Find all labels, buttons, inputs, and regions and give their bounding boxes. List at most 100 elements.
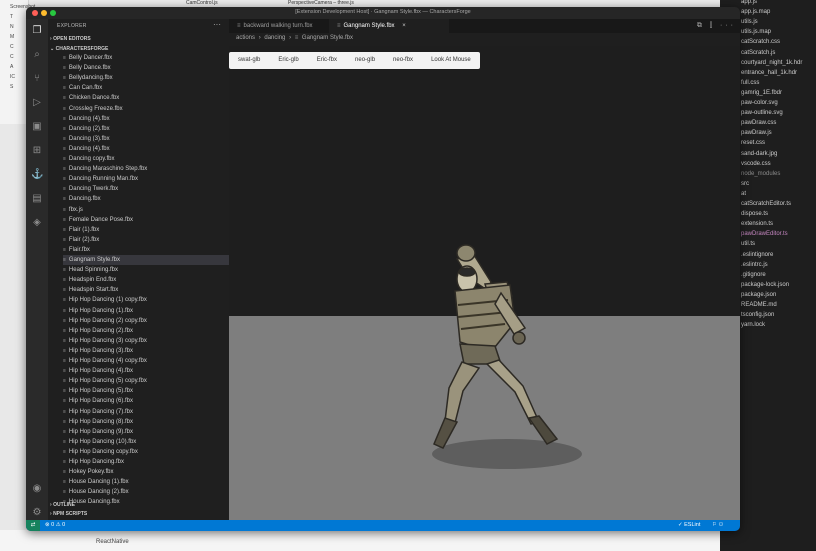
file-list-item[interactable]: ≡ Bellydancing.fbx bbox=[63, 73, 229, 83]
file-list-item[interactable]: ≡ Hip Hop Dancing (4) copy.fbx bbox=[63, 356, 229, 366]
file-list-item[interactable]: ≡ Dancing Twerk.fbx bbox=[63, 184, 229, 194]
file-list-item[interactable]: ≡ Flair (1).fbx bbox=[63, 225, 229, 235]
background-file-item[interactable]: vscode.css bbox=[741, 161, 771, 167]
background-file-item[interactable]: pawDraw.css bbox=[741, 120, 776, 126]
remote-explorer-icon[interactable]: ▣ bbox=[31, 121, 43, 133]
background-file-item[interactable]: .eslintignore bbox=[741, 252, 773, 258]
file-list-item[interactable]: ≡ Dancing (4).fbx bbox=[63, 114, 229, 124]
breadcrumb-item[interactable]: actions bbox=[236, 35, 255, 41]
background-file-item[interactable]: paw-color.svg bbox=[741, 100, 778, 106]
background-file-item[interactable]: utils.js bbox=[741, 19, 758, 25]
file-list-item[interactable]: ≡ Can Can.fbx bbox=[63, 83, 229, 93]
file-list-item[interactable]: ≡ House Dancing (2).fbx bbox=[63, 487, 229, 497]
background-file-item[interactable]: entrance_hall_1k.hdr bbox=[741, 70, 797, 76]
file-list-item[interactable]: ≡ Hip Hop Dancing (9).fbx bbox=[63, 427, 229, 437]
file-list-item[interactable]: ≡ Belly Dance.fbx bbox=[63, 63, 229, 73]
eslint-status[interactable]: ✓ ESLint bbox=[678, 520, 700, 531]
background-file-item[interactable]: package.json bbox=[741, 292, 776, 298]
settings-gear-icon[interactable]: ⚙ bbox=[31, 507, 43, 519]
background-sidebar-item[interactable]: C bbox=[10, 44, 14, 50]
notifications-icon[interactable]: ⚐ ⚇ bbox=[712, 520, 723, 531]
close-tab-icon[interactable]: × bbox=[402, 23, 406, 29]
search-icon[interactable]: ⌕ bbox=[31, 49, 43, 61]
file-list-item[interactable]: ≡ fbx.js bbox=[63, 205, 229, 215]
background-file-item[interactable]: src bbox=[741, 181, 749, 187]
background-file-item[interactable]: node_modules bbox=[741, 171, 780, 177]
run-debug-icon[interactable]: ▷ bbox=[31, 97, 43, 109]
background-browser-tab[interactable]: PerspectiveCamera – three.js bbox=[288, 0, 354, 6]
background-file-item[interactable]: app.js bbox=[741, 0, 757, 5]
file-list-item[interactable]: ≡ Hip Hop Dancing (2).fbx bbox=[63, 326, 229, 336]
background-file-item[interactable]: gamrig_1E.fbdr bbox=[741, 90, 782, 96]
background-sidebar-item[interactable]: M bbox=[10, 34, 14, 40]
background-file-item[interactable]: pawDraw.js bbox=[741, 130, 772, 136]
file-list-item[interactable]: ≡ Hip Hop Dancing (3) copy.fbx bbox=[63, 336, 229, 346]
background-file-item[interactable]: pawDrawEditor.ts bbox=[741, 231, 788, 237]
viewer-button-look-at-mouse[interactable]: Look At Mouse bbox=[422, 52, 480, 69]
file-list-item[interactable]: ≡ Hip Hop Dancing (4).fbx bbox=[63, 366, 229, 376]
file-list-item[interactable]: ≡ Hip Hop Dancing (8).fbx bbox=[63, 417, 229, 427]
file-list-item[interactable]: ≡ Hip Hop Dancing (5) copy.fbx bbox=[63, 376, 229, 386]
file-list-item[interactable]: ≡ Flair.fbx bbox=[63, 245, 229, 255]
background-sidebar-item[interactable]: A bbox=[10, 64, 13, 70]
npm-scripts-section[interactable]: › NPM SCRIPTS bbox=[50, 511, 87, 517]
file-list-item[interactable]: ≡ Dancing (3).fbx bbox=[63, 134, 229, 144]
extensions-icon[interactable]: ⊞ bbox=[31, 145, 43, 157]
file-list-item[interactable]: ≡ Gangnam Style.fbx bbox=[63, 255, 229, 265]
file-list-item[interactable]: ≡ Hip Hop Dancing copy.fbx bbox=[63, 447, 229, 457]
tab-gangnam-style[interactable]: ≡ Gangnam Style.fbx × bbox=[329, 19, 449, 33]
file-list-item[interactable]: ≡ Hip Hop Dancing (1).fbx bbox=[63, 306, 229, 316]
workspace-folder[interactable]: ⌄ CHARACTERSFORGE bbox=[50, 46, 108, 52]
outline-section[interactable]: › OUTLINE bbox=[50, 502, 75, 508]
problems-indicator[interactable]: ⊗ 0 ⚠ 0 bbox=[45, 520, 65, 531]
background-file-item[interactable]: sand-dark.jpg bbox=[741, 151, 777, 157]
file-list-item[interactable]: ≡ Crossleg Freeze.fbx bbox=[63, 104, 229, 114]
remote-indicator-icon[interactable]: ⇄ bbox=[26, 520, 40, 531]
file-list-item[interactable]: ≡ Hip Hop Dancing (2) copy.fbx bbox=[63, 316, 229, 326]
file-list-item[interactable]: ≡ Hip Hop Dancing.fbx bbox=[63, 457, 229, 467]
file-list-item[interactable]: ≡ Female Dance Pose.fbx bbox=[63, 215, 229, 225]
breadcrumb-item[interactable]: Gangnam Style.fbx bbox=[302, 35, 353, 41]
file-list-item[interactable]: ≡ Hip Hop Dancing (10).fbx bbox=[63, 437, 229, 447]
image-icon[interactable]: ▤ bbox=[31, 193, 43, 205]
background-file-item[interactable]: reset.css bbox=[741, 140, 765, 146]
anchor-icon[interactable]: ⚓ bbox=[31, 169, 43, 181]
background-file-item[interactable]: utils.js.map bbox=[741, 29, 771, 35]
background-file-item[interactable]: at bbox=[741, 191, 746, 197]
open-editors-section[interactable]: › OPEN EDITORS bbox=[50, 36, 91, 42]
file-list-item[interactable]: ≡ Dancing (4).fbx bbox=[63, 144, 229, 154]
background-file-item[interactable]: .gitignore bbox=[741, 272, 766, 278]
explorer-more-actions-button[interactable]: ··· bbox=[213, 20, 221, 29]
tab-backward-walking-turn[interactable]: ≡ backward walking turn.fbx bbox=[229, 19, 332, 33]
editor-actions[interactable]: ⧉ ⫿ ··· bbox=[697, 22, 736, 30]
source-control-icon[interactable]: ⑂ bbox=[31, 73, 43, 85]
file-list-item[interactable]: ≡ Hip Hop Dancing (7).fbx bbox=[63, 407, 229, 417]
background-sidebar-item[interactable]: S bbox=[10, 84, 13, 90]
files-icon[interactable]: ❐ bbox=[31, 25, 43, 37]
model-viewer-canvas[interactable]: swat-glb Eric-glb Eric-fbx neo-glb neo-fbx Lo… bbox=[229, 46, 740, 520]
background-browser-tab[interactable]: CamControl.js bbox=[186, 0, 218, 6]
file-list-item[interactable]: ≡ Belly Dancer.fbx bbox=[63, 53, 229, 63]
file-list-item[interactable]: ≡ Headspin Start.fbx bbox=[63, 285, 229, 295]
background-sidebar-item[interactable]: C bbox=[10, 54, 14, 60]
background-file-item[interactable]: extension.ts bbox=[741, 221, 773, 227]
viewer-button-swat-glb[interactable]: swat-glb bbox=[229, 52, 269, 69]
background-file-item[interactable]: .eslintrc.js bbox=[741, 262, 768, 268]
background-file-item[interactable]: package-lock.json bbox=[741, 282, 789, 288]
background-file-item[interactable]: paw-outline.svg bbox=[741, 110, 783, 116]
viewer-button-neo-fbx[interactable]: neo-fbx bbox=[384, 52, 422, 69]
file-list-item[interactable]: ≡ Hip Hop Dancing (5).fbx bbox=[63, 386, 229, 396]
background-file-item[interactable]: catScratch.js bbox=[741, 50, 775, 56]
background-file-item[interactable]: yarn.lock bbox=[741, 322, 765, 328]
file-list-item[interactable]: ≡ Hip Hop Dancing (1) copy.fbx bbox=[63, 295, 229, 305]
background-file-item[interactable]: tsconfig.json bbox=[741, 312, 774, 318]
background-sidebar-item[interactable]: N bbox=[10, 24, 14, 30]
background-file-item[interactable]: dispose.ts bbox=[741, 211, 768, 217]
file-list-item[interactable]: ≡ Dancing copy.fbx bbox=[63, 154, 229, 164]
docker-icon[interactable]: ◈ bbox=[31, 217, 43, 229]
background-sidebar-item[interactable]: IC bbox=[10, 74, 15, 80]
file-list-item[interactable]: ≡ House Dancing (1).fbx bbox=[63, 477, 229, 487]
viewer-button-eric-fbx[interactable]: Eric-fbx bbox=[308, 52, 346, 69]
viewer-button-neo-glb[interactable]: neo-glb bbox=[346, 52, 384, 69]
file-list-item[interactable]: ≡ Headspin End.fbx bbox=[63, 275, 229, 285]
